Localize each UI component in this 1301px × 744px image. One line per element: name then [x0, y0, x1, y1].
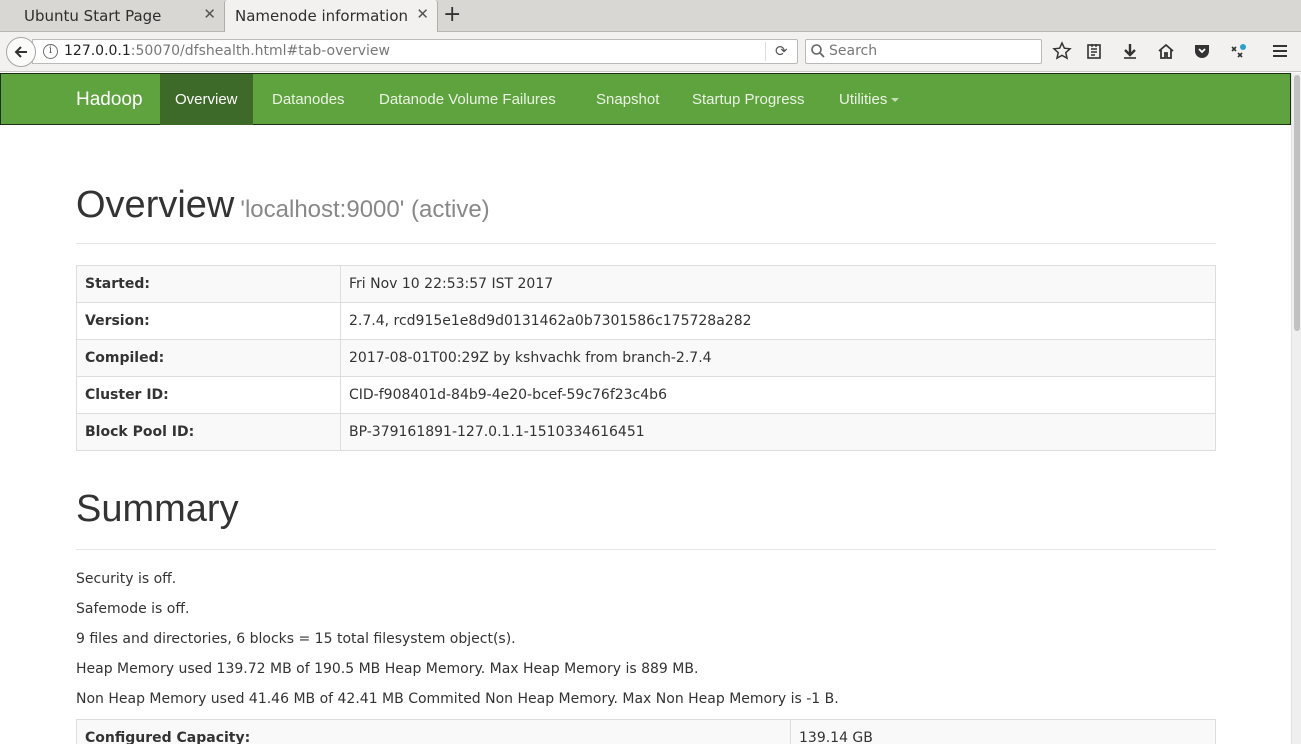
menu-icon[interactable] — [1270, 41, 1292, 63]
table-row: Cluster ID: CID-f908401d-84b9-4e20-bcef-5… — [76, 376, 1216, 414]
divider — [76, 549, 1216, 550]
summary-line: Non Heap Memory used 41.46 MB of 42.41 M… — [76, 691, 839, 707]
url-path: :50070/dfshealth.html#tab-overview — [130, 43, 390, 59]
info-icon[interactable]: i — [43, 44, 58, 59]
search-placeholder: Search — [829, 43, 878, 59]
row-value: Fri Nov 10 22:53:57 IST 2017 — [340, 265, 1216, 303]
back-arrow-icon — [14, 46, 27, 58]
page-scrollbar[interactable] — [1291, 73, 1301, 744]
new-tab-icon[interactable]: + — [443, 2, 461, 28]
nav-overview[interactable]: Overview — [160, 74, 253, 125]
bookmark-star-icon[interactable] — [1052, 41, 1074, 63]
nav-volume-failures[interactable]: Datanode Volume Failures — [364, 74, 571, 125]
table-row: Version: 2.7.4, rcd915e1e8d9d0131462a0b73… — [76, 302, 1216, 340]
url-text: 127.0.0.1:50070/dfshealth.html#tab-overv… — [64, 43, 390, 59]
table-row: Compiled: 2017-08-01T00:29Z by kshvachk f… — [76, 339, 1216, 377]
url-host: 127.0.0.1 — [64, 43, 131, 59]
nav-snapshot[interactable]: Snapshot — [581, 74, 674, 125]
tab-title: Namenode information — [235, 7, 409, 25]
nav-startup-progress[interactable]: Startup Progress — [677, 74, 820, 125]
row-key: Block Pool ID: — [76, 413, 341, 451]
row-key: Compiled: — [76, 339, 341, 377]
summary-line: Security is off. — [76, 571, 177, 587]
tab-title: Ubuntu Start Page — [24, 7, 162, 25]
back-button[interactable] — [6, 37, 36, 67]
tab-strip: Ubuntu Start Page ✕ Namenode information… — [0, 0, 1301, 33]
row-key: Started: — [76, 265, 341, 303]
table-row: Started: Fri Nov 10 22:53:57 IST 2017 — [76, 265, 1216, 303]
scrollbar-thumb[interactable] — [1294, 75, 1300, 331]
reload-icon[interactable]: ⟳ — [775, 42, 788, 60]
close-tab-icon[interactable]: ✕ — [203, 5, 216, 23]
browser-tab[interactable]: Ubuntu Start Page ✕ — [0, 0, 224, 32]
browser-tab-active[interactable]: Namenode information ✕ — [224, 0, 438, 33]
nav-datanodes[interactable]: Datanodes — [257, 74, 360, 125]
overview-table: Started: Fri Nov 10 22:53:57 IST 2017 Ver… — [76, 265, 1216, 451]
row-value: 2017-08-01T00:29Z by kshvachk from branc… — [340, 339, 1216, 377]
table-row: Block Pool ID: BP-379161891-127.0.1.1-151… — [76, 413, 1216, 451]
pocket-icon[interactable] — [1192, 41, 1214, 63]
search-input[interactable]: Search — [805, 39, 1042, 64]
summary-line: 9 files and directories, 6 blocks = 15 t… — [76, 631, 516, 647]
close-tab-icon[interactable]: ✕ — [416, 5, 429, 23]
row-value: 139.14 GB — [790, 719, 1216, 744]
home-icon[interactable] — [1156, 41, 1178, 63]
reading-list-icon[interactable] — [1084, 41, 1106, 63]
overview-subtitle: 'localhost:9000' (active) — [240, 196, 490, 223]
summary-line: Heap Memory used 139.72 MB of 190.5 MB H… — [76, 661, 699, 677]
url-divider — [765, 42, 766, 61]
download-icon[interactable] — [1120, 41, 1142, 63]
extension-icon[interactable] — [1228, 41, 1250, 63]
table-row: Configured Capacity: 139.14 GB — [76, 719, 1216, 744]
hadoop-navbar: Hadoop Overview Datanodes Datanode Volum… — [0, 73, 1291, 125]
summary-line: Safemode is off. — [76, 601, 190, 617]
url-bar[interactable]: i 127.0.0.1:50070/dfshealth.html#tab-ove… — [32, 39, 798, 64]
row-value: CID-f908401d-84b9-4e20-bcef-59c76f23c4b6 — [340, 376, 1216, 414]
row-key: Version: — [76, 302, 341, 340]
browser-toolbar: i 127.0.0.1:50070/dfshealth.html#tab-ove… — [0, 32, 1301, 72]
capacity-table: Configured Capacity: 139.14 GB — [76, 719, 1216, 744]
page-title: Overview'localhost:9000' (active) — [76, 184, 490, 227]
row-key: Configured Capacity: — [76, 719, 791, 744]
row-value: BP-379161891-127.0.1.1-1510334616451 — [340, 413, 1216, 451]
search-icon — [811, 44, 825, 58]
nav-utilities[interactable]: Utilities — [824, 74, 914, 125]
nav-utilities-label: Utilities — [839, 91, 888, 108]
divider — [76, 243, 1216, 244]
overview-title: Overview — [76, 184, 235, 226]
summary-title: Summary — [76, 488, 239, 530]
caret-down-icon — [891, 98, 900, 103]
page-content: Hadoop Overview Datanodes Datanode Volum… — [0, 73, 1291, 744]
row-value: 2.7.4, rcd915e1e8d9d0131462a0b7301586c17… — [340, 302, 1216, 340]
brand-logo[interactable]: Hadoop — [76, 89, 143, 111]
row-key: Cluster ID: — [76, 376, 341, 414]
